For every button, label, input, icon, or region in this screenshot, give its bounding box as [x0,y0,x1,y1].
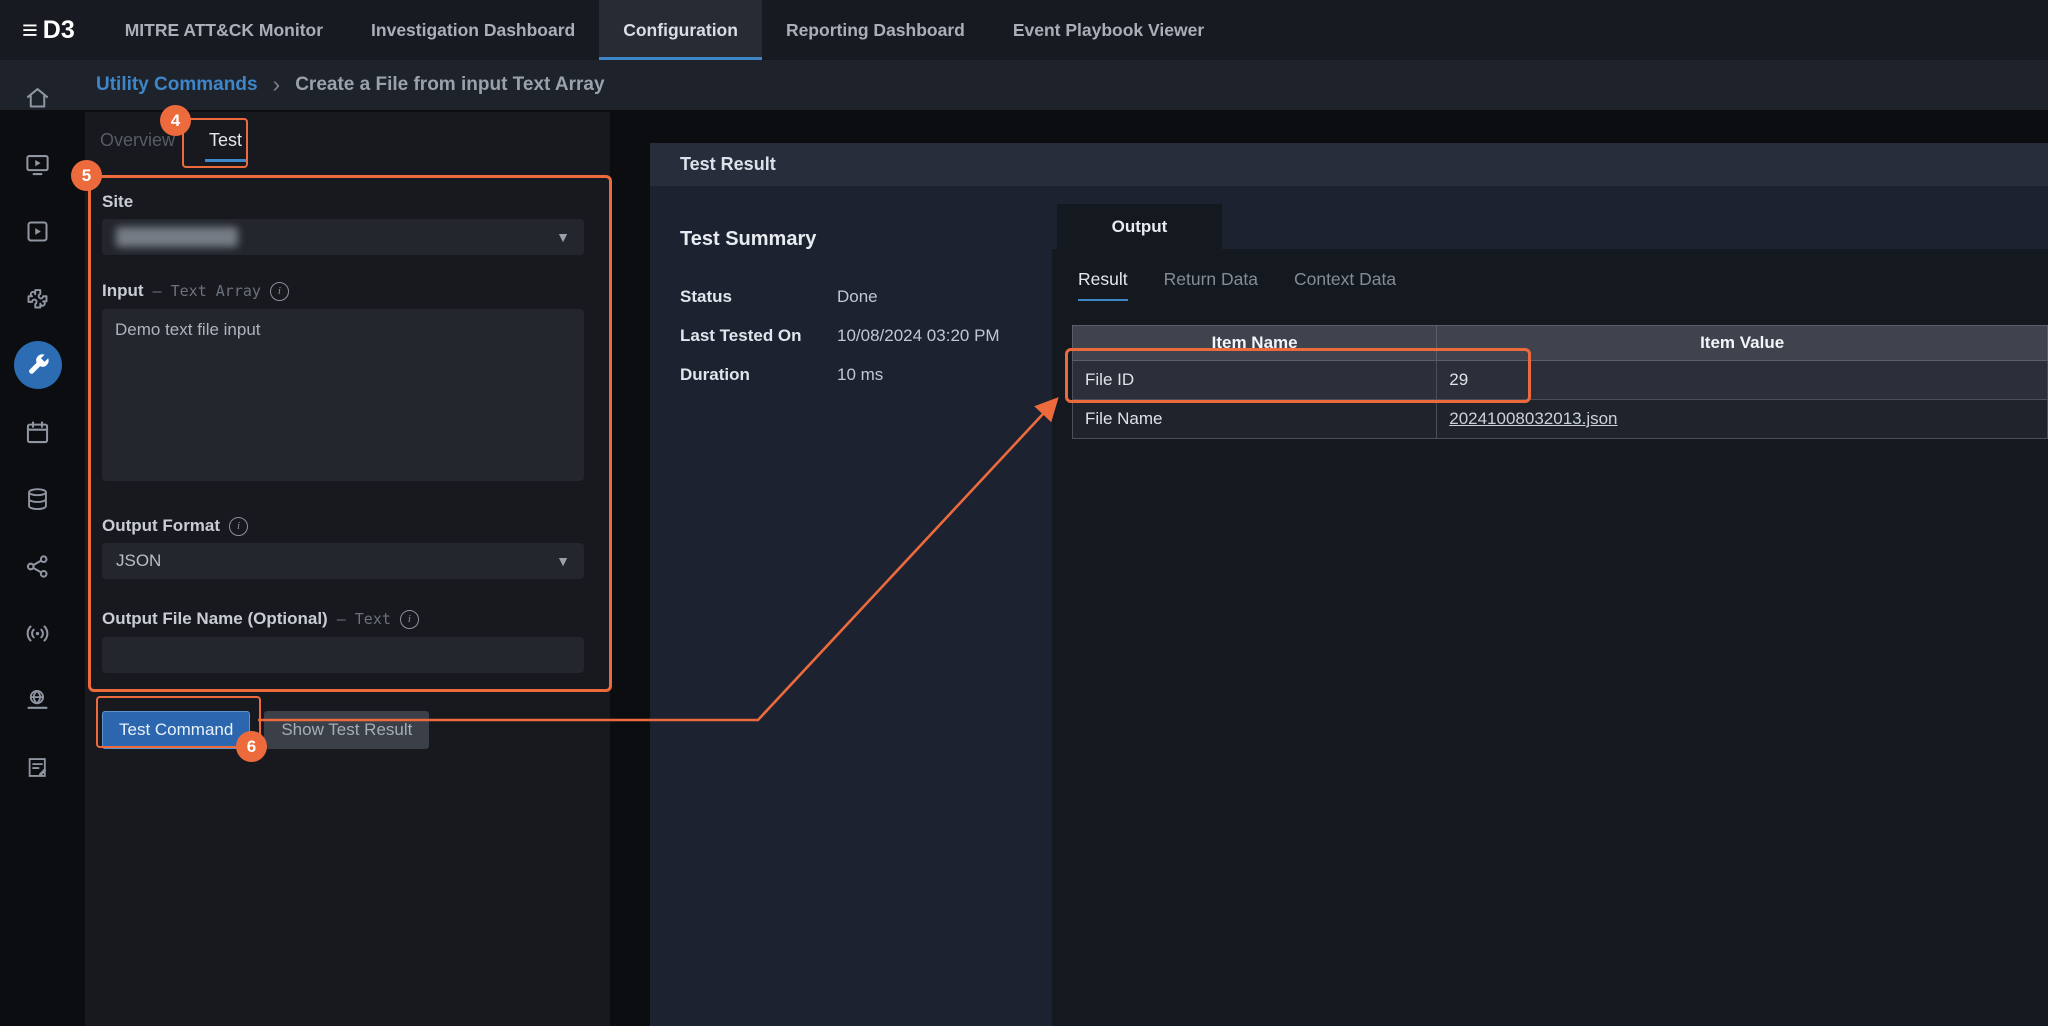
command-config-panel: Overview Test Site ▼ Input – Text Array … [85,112,610,1026]
tab-overview[interactable]: Overview [96,130,179,162]
output-tab-strip: Output [1052,186,2048,249]
nav-investigation-dashboard[interactable]: Investigation Dashboard [347,0,599,60]
sidebar-item-monitor-play[interactable] [14,140,62,188]
sidebar-item-utility-commands[interactable] [14,341,62,389]
test-result-body: Test Summary Status Done Last Tested On … [650,186,2048,1026]
icon-sidebar [0,60,75,1026]
nav-event-playbook-viewer[interactable]: Event Playbook Viewer [989,0,1228,60]
test-result-title: Test Result [680,154,776,175]
annotation-badge-4: 4 [160,105,191,136]
sidebar-item-share-nodes[interactable] [14,542,62,590]
document-edit-icon [24,754,51,781]
file-id-name-cell: File ID [1073,361,1437,400]
sidebar-item-schedule[interactable] [14,408,62,456]
header-item-value: Item Value [1437,326,2048,361]
test-summary-pane: Test Summary Status Done Last Tested On … [650,186,1052,1026]
nav-mitre-attack-monitor[interactable]: MITRE ATT&CK Monitor [101,0,347,60]
annotation-badge-5: 5 [71,160,102,191]
summary-row-last-tested: Last Tested On 10/08/2024 03:20 PM [680,326,1052,346]
sidebar-item-integrations[interactable] [14,274,62,322]
database-icon [24,486,51,513]
tab-output[interactable]: Output [1057,204,1222,249]
output-file-name-input[interactable] [102,637,584,673]
output-format-select[interactable]: JSON ▼ [102,543,584,579]
duration-value: 10 ms [837,365,883,385]
sidebar-item-home[interactable] [14,73,62,121]
header-item-name: Item Name [1073,326,1437,361]
table-row-file-name[interactable]: File Name 20241008032013.json [1073,400,2048,439]
summary-row-duration: Duration 10 ms [680,365,1052,385]
video-file-icon [24,218,51,245]
puzzle-icon [24,285,51,312]
file-id-value-cell: 29 [1437,361,2048,400]
sidebar-item-audit-log[interactable] [14,743,62,791]
show-test-result-button[interactable]: Show Test Result [264,711,429,749]
output-subtabs: Result Return Data Context Data [1052,249,2048,301]
sidebar-item-web-globe[interactable] [14,676,62,724]
file-name-name-cell: File Name [1073,400,1437,439]
breadcrumb-separator-icon: › [273,71,281,98]
status-value: Done [837,287,878,307]
share-nodes-icon [24,553,51,580]
chevron-down-icon: ▼ [556,553,570,569]
monitor-play-icon [24,151,51,178]
top-nav: ≡ D3 MITRE ATT&CK Monitor Investigation … [0,0,2048,60]
broadcast-signal-icon [24,620,51,647]
site-field-label: Site [102,192,584,212]
last-tested-value: 10/08/2024 03:20 PM [837,326,1000,346]
home-icon [24,84,51,111]
site-select[interactable]: ▼ [102,219,584,255]
nav-reporting-dashboard[interactable]: Reporting Dashboard [762,0,989,60]
subtab-context-data[interactable]: Context Data [1294,269,1396,301]
sidebar-item-database[interactable] [14,475,62,523]
info-icon[interactable]: i [270,282,289,301]
d3-logo-text: D3 [43,16,75,45]
d3-logo[interactable]: ≡ D3 [0,0,101,60]
test-result-header: Test Result [650,143,2048,186]
result-table-header-row: Item Name Item Value [1073,326,2048,361]
input-textarea[interactable]: Demo text file input [102,309,584,481]
test-summary-title: Test Summary [680,228,1052,251]
sidebar-item-video-library[interactable] [14,207,62,255]
output-file-name-label: Output File Name (Optional) – Text i [102,609,584,629]
breadcrumb: Utility Commands › Create a File from in… [0,60,2048,110]
d3-logo-icon: ≡ [22,17,38,44]
breadcrumb-parent-link[interactable]: Utility Commands [96,74,258,96]
sidebar-item-broadcast[interactable] [14,609,62,657]
output-format-label: Output Format i [102,516,584,536]
info-icon[interactable]: i [229,517,248,536]
subtab-result[interactable]: Result [1078,269,1128,301]
app-screen: ≡ D3 MITRE ATT&CK Monitor Investigation … [0,0,2048,1026]
form-actions: Test Command Show Test Result [85,711,610,749]
test-command-form: Site ▼ Input – Text Array i Demo text fi… [85,162,610,673]
tab-test[interactable]: Test [205,130,246,162]
test-command-button[interactable]: Test Command [102,711,250,749]
annotation-badge-6: 6 [236,731,267,762]
info-icon[interactable]: i [400,610,419,629]
top-nav-items: MITRE ATT&CK Monitor Investigation Dashb… [101,0,1228,60]
table-row-file-id[interactable]: File ID 29 [1073,361,2048,400]
calendar-icon [24,419,51,446]
summary-row-status: Status Done [680,287,1052,307]
output-pane: Output Result Return Data Context Data I… [1052,186,2048,1026]
breadcrumb-current: Create a File from input Text Array [295,74,604,96]
globe-icon [24,687,51,714]
wrench-icon [24,352,51,379]
file-download-link[interactable]: 20241008032013.json [1449,409,1617,428]
result-table: Item Name Item Value File ID 29 File Nam… [1072,325,2048,439]
nav-configuration[interactable]: Configuration [599,0,762,60]
subtab-return-data[interactable]: Return Data [1164,269,1258,301]
output-format-value: JSON [116,551,161,571]
chevron-down-icon: ▼ [556,229,570,245]
site-value-redacted [116,227,238,247]
input-field-label: Input – Text Array i [102,281,584,301]
file-name-value-cell: 20241008032013.json [1437,400,2048,439]
